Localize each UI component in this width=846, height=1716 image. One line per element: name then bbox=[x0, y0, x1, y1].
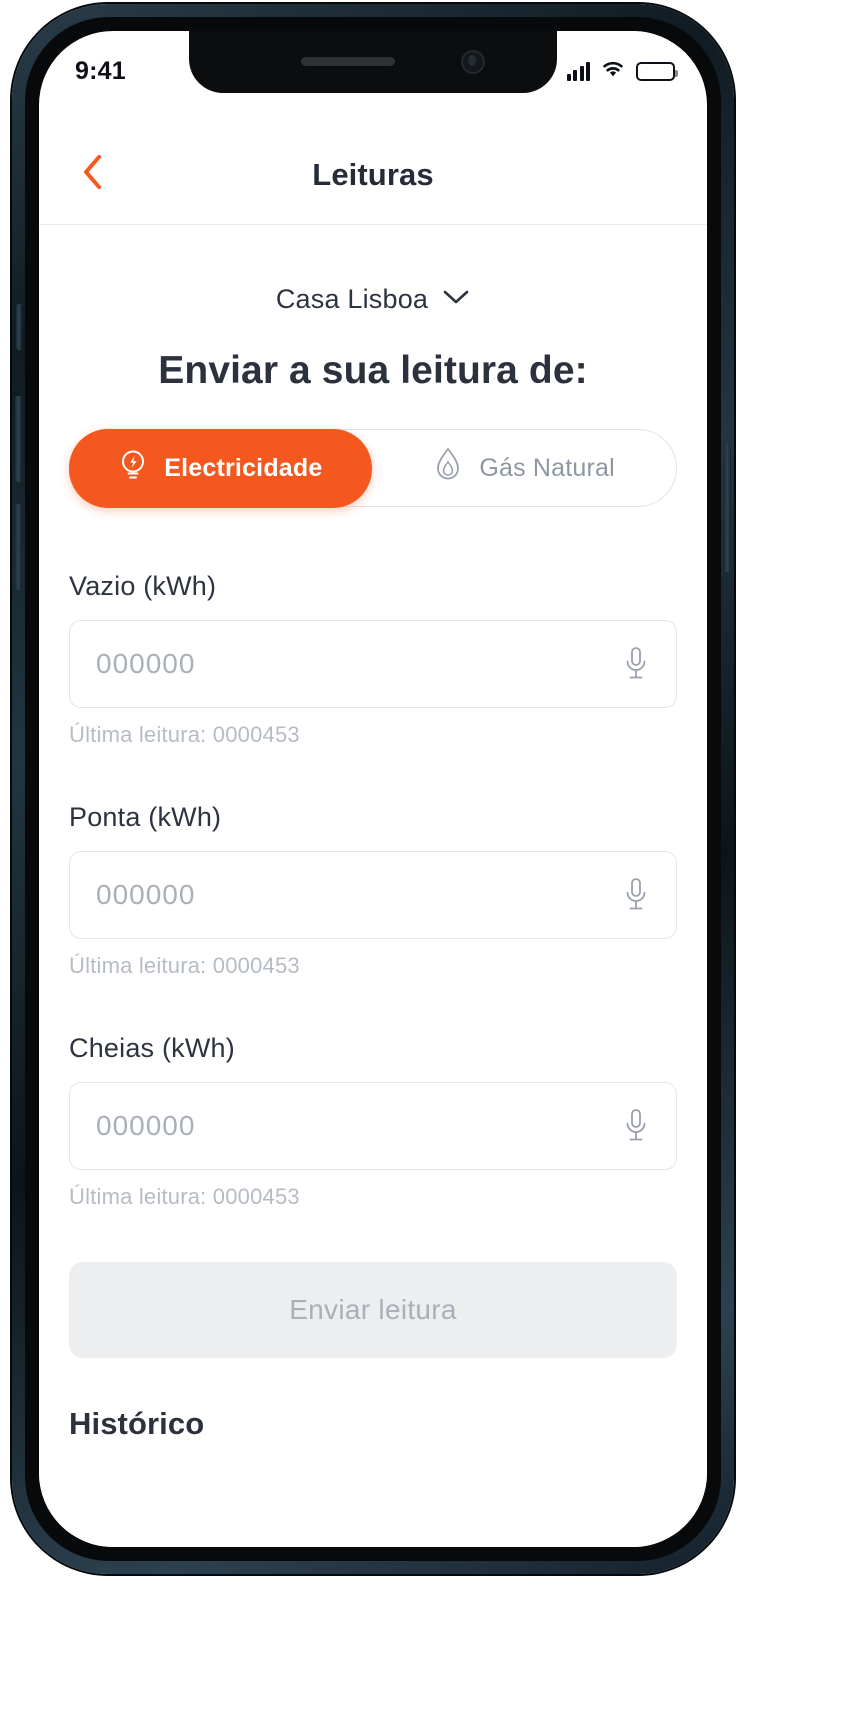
reading-input-cheias[interactable] bbox=[70, 1083, 676, 1169]
submit-reading-button[interactable]: Enviar leitura bbox=[69, 1262, 677, 1358]
field-label-vazio: Vazio (kWh) bbox=[69, 571, 217, 601]
battery-icon bbox=[636, 61, 678, 81]
volume-down-button[interactable] bbox=[15, 504, 22, 590]
microphone-icon[interactable] bbox=[618, 874, 654, 916]
microphone-icon[interactable] bbox=[618, 1105, 654, 1147]
silent-switch[interactable] bbox=[16, 304, 22, 350]
volume-up-button[interactable] bbox=[15, 396, 22, 482]
field-group-cheias: Cheias (kWh) Última leitura: 0000453 bbox=[69, 1033, 677, 1210]
energy-type-segmented-control: Electricidade Gás Natural bbox=[68, 428, 677, 508]
chevron-down-icon bbox=[442, 288, 470, 311]
segment-gas-natural-label: Gás Natural bbox=[479, 453, 615, 482]
segment-gas-natural[interactable]: Gás Natural bbox=[372, 430, 676, 506]
device-notch bbox=[189, 31, 557, 93]
back-button[interactable] bbox=[69, 152, 115, 198]
earpiece-speaker bbox=[301, 57, 395, 66]
status-time: 9:41 bbox=[75, 56, 126, 85]
lightbulb-icon bbox=[118, 448, 148, 489]
helper-text-cheias: Última leitura: 0000453 bbox=[69, 1184, 300, 1209]
power-button[interactable] bbox=[724, 444, 731, 572]
page-heading: Enviar a sua leitura de: bbox=[158, 349, 588, 392]
status-icons bbox=[566, 59, 678, 84]
page-title: Leituras bbox=[312, 156, 434, 192]
phone-device-frame: 9:41 Leituras Casa Lisboa Enviar a sua l… bbox=[12, 4, 734, 1574]
reading-input-vazio[interactable] bbox=[70, 621, 676, 707]
navigation-bar: Leituras bbox=[39, 125, 707, 225]
front-camera bbox=[461, 50, 485, 74]
input-wrap-vazio[interactable] bbox=[69, 620, 677, 708]
helper-text-ponta: Última leitura: 0000453 bbox=[69, 953, 300, 978]
phone-screen: 9:41 Leituras Casa Lisboa Enviar a sua l… bbox=[39, 31, 707, 1547]
wifi-icon bbox=[600, 59, 626, 84]
house-selector-dropdown[interactable]: Casa Lisboa bbox=[69, 284, 677, 315]
field-group-ponta: Ponta (kWh) Última leitura: 0000453 bbox=[69, 802, 677, 979]
main-content: Casa Lisboa Enviar a sua leitura de: Ele… bbox=[39, 226, 707, 1547]
field-label-ponta: Ponta (kWh) bbox=[69, 802, 222, 832]
flame-icon bbox=[433, 447, 463, 490]
reading-input-ponta[interactable] bbox=[70, 852, 676, 938]
input-wrap-cheias[interactable] bbox=[69, 1082, 677, 1170]
history-section-title: Histórico bbox=[69, 1406, 205, 1441]
chevron-left-icon bbox=[81, 154, 103, 195]
helper-text-vazio: Última leitura: 0000453 bbox=[69, 722, 300, 747]
segment-electricidade-label: Electricidade bbox=[164, 453, 323, 482]
input-wrap-ponta[interactable] bbox=[69, 851, 677, 939]
field-group-vazio: Vazio (kWh) Última leitura: 0000453 bbox=[69, 571, 677, 748]
cellular-signal-icon bbox=[566, 61, 590, 81]
house-name-label: Casa Lisboa bbox=[275, 284, 429, 314]
segment-electricidade[interactable]: Electricidade bbox=[68, 428, 373, 508]
microphone-icon[interactable] bbox=[618, 643, 654, 685]
field-label-cheias: Cheias (kWh) bbox=[69, 1033, 235, 1063]
